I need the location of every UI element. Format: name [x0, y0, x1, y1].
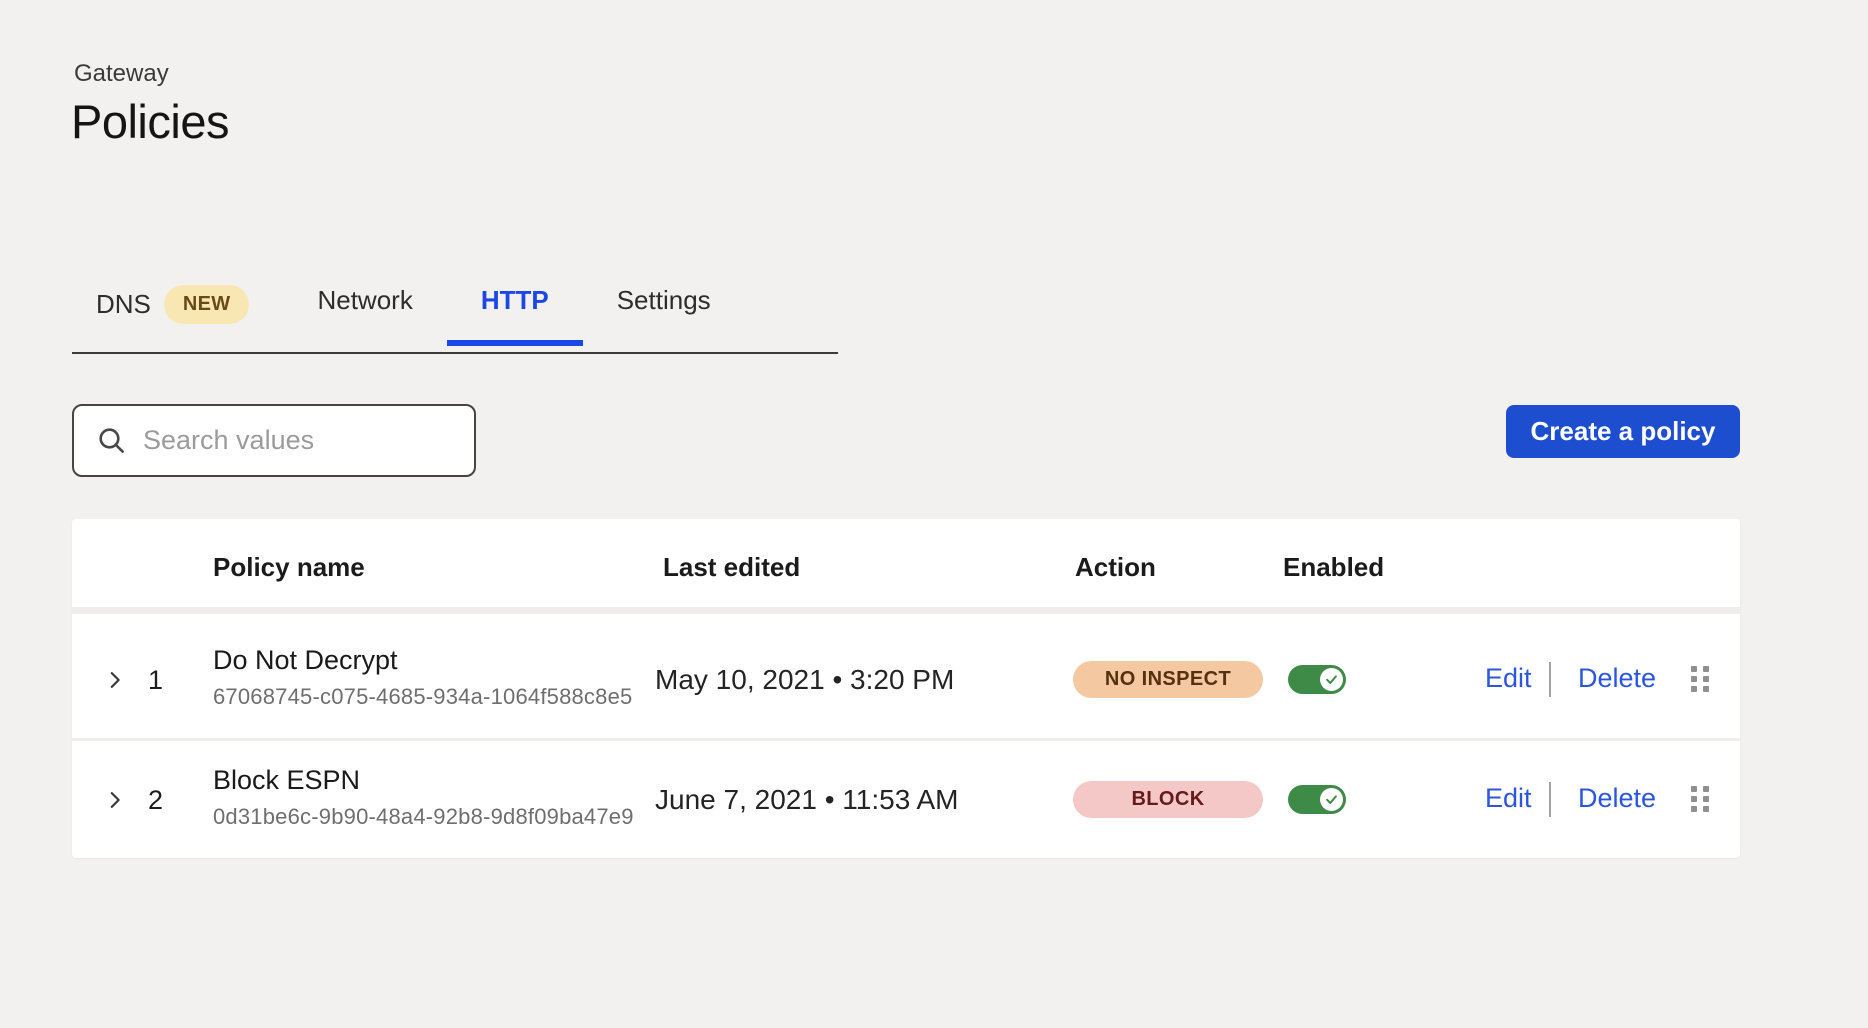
- gateway-policies-page: Gateway Policies DNS NEW Network HTTP Se…: [0, 0, 1868, 1028]
- action-divider: [1549, 662, 1551, 697]
- table-row: 2 Block ESPN 0d31be6c-9b90-48a4-92b8-9d8…: [72, 741, 1740, 858]
- tab-dns-label: DNS: [96, 289, 151, 320]
- policy-id: 67068745-c075-4685-934a-1064f588c8e5: [213, 684, 632, 710]
- policy-name: Do Not Decrypt: [213, 645, 398, 676]
- tab-settings[interactable]: Settings: [583, 283, 745, 344]
- expand-row-button[interactable]: [100, 665, 130, 695]
- policies-table: Policy name Last edited Action Enabled 1…: [72, 519, 1740, 858]
- tab-dns[interactable]: DNS NEW: [72, 283, 283, 352]
- row-index: 1: [148, 665, 163, 696]
- new-badge: NEW: [164, 285, 250, 324]
- tab-http[interactable]: HTTP: [447, 283, 583, 344]
- delete-link[interactable]: Delete: [1578, 663, 1656, 694]
- column-header-enabled: Enabled: [1283, 552, 1384, 583]
- policy-name: Block ESPN: [213, 765, 360, 796]
- tab-network[interactable]: Network: [283, 283, 446, 344]
- tab-settings-label: Settings: [617, 285, 711, 316]
- column-header-policy-name: Policy name: [213, 552, 365, 583]
- chevron-right-icon: [104, 789, 126, 811]
- table-row: 1 Do Not Decrypt 67068745-c075-4685-934a…: [72, 621, 1740, 738]
- column-header-action: Action: [1075, 552, 1156, 583]
- column-header-last-edited: Last edited: [663, 552, 800, 583]
- table-header-row: Policy name Last edited Action Enabled: [72, 519, 1740, 614]
- policy-id: 0d31be6c-9b90-48a4-92b8-9d8f09ba47e9: [213, 804, 634, 830]
- check-icon: [1324, 672, 1339, 687]
- tab-network-label: Network: [317, 285, 412, 316]
- create-policy-button[interactable]: Create a policy: [1506, 405, 1740, 458]
- last-edited: June 7, 2021 • 11:53 AM: [655, 784, 959, 816]
- tab-http-label: HTTP: [481, 285, 549, 316]
- toggle-knob: [1320, 788, 1343, 811]
- action-badge: NO INSPECT: [1073, 661, 1263, 698]
- enabled-toggle[interactable]: [1288, 785, 1346, 814]
- enabled-toggle[interactable]: [1288, 665, 1346, 694]
- expand-row-button[interactable]: [100, 785, 130, 815]
- action-divider: [1549, 782, 1551, 817]
- check-icon: [1324, 792, 1339, 807]
- policies-tabbar: DNS NEW Network HTTP Settings: [72, 283, 838, 354]
- search-icon: [97, 426, 126, 455]
- search-box: [72, 404, 476, 477]
- row-index: 2: [148, 785, 163, 816]
- page-title: Policies: [71, 94, 229, 149]
- drag-handle[interactable]: [1691, 786, 1709, 812]
- search-input[interactable]: [143, 425, 456, 456]
- chevron-right-icon: [104, 669, 126, 691]
- last-edited: May 10, 2021 • 3:20 PM: [655, 664, 954, 696]
- breadcrumb: Gateway: [74, 60, 169, 88]
- toggle-knob: [1320, 668, 1343, 691]
- edit-link[interactable]: Edit: [1485, 663, 1532, 694]
- drag-handle[interactable]: [1691, 666, 1709, 692]
- action-badge: BLOCK: [1073, 781, 1263, 818]
- edit-link[interactable]: Edit: [1485, 783, 1532, 814]
- delete-link[interactable]: Delete: [1578, 783, 1656, 814]
